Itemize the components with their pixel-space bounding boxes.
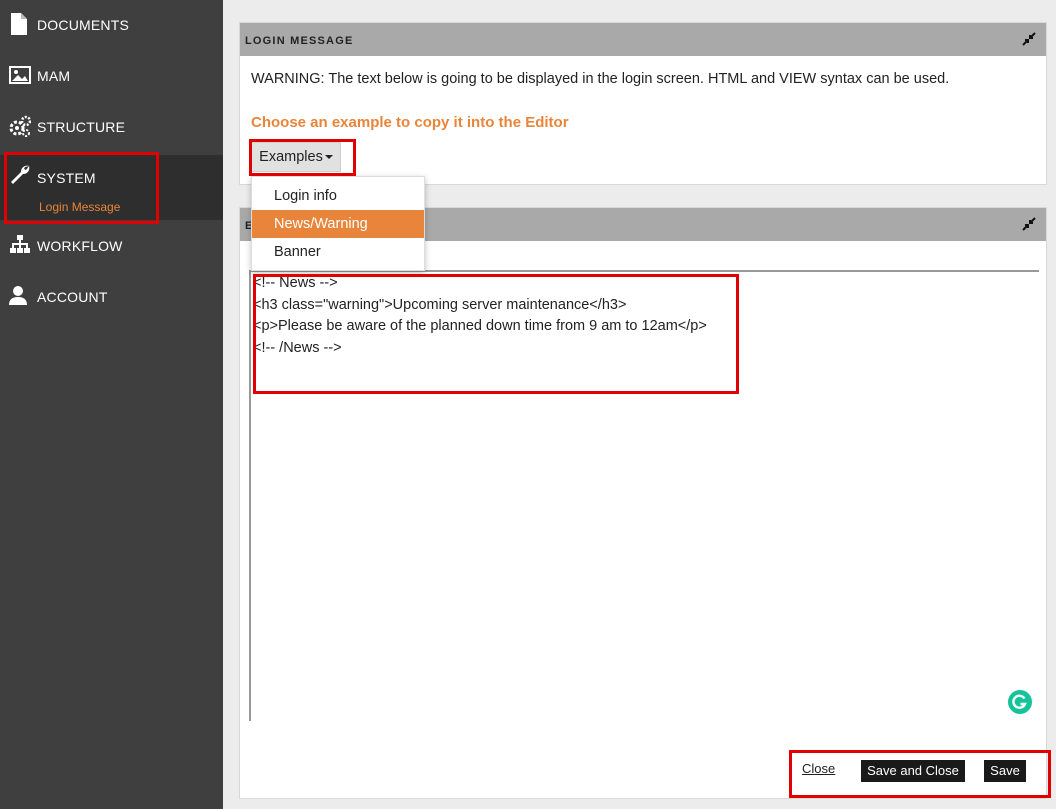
- sidebar-item-system[interactable]: SYSTEM Login Message: [0, 155, 223, 220]
- sidebar-item-documents[interactable]: DOCUMENTS: [0, 0, 223, 51]
- code-line: <!-- /News -->: [253, 340, 342, 356]
- sidebar-item-structure[interactable]: STRUCTURE: [0, 102, 223, 153]
- sidebar-item-label: SYSTEM: [37, 170, 96, 186]
- editor-panel: E <!-- News --> <h3 class="warning">Upco…: [239, 207, 1047, 799]
- wrench-icon: [11, 165, 30, 184]
- sidebar-subitem-login-message[interactable]: Login Message: [39, 200, 120, 214]
- collapse-icon[interactable]: [1022, 217, 1036, 231]
- dropdown-item-login-info[interactable]: Login info: [252, 182, 424, 210]
- sidebar-item-account[interactable]: ACCOUNT: [0, 272, 223, 323]
- code-editor[interactable]: <!-- News --> <h3 class="warning">Upcomi…: [249, 270, 1039, 721]
- sidebar-item-label: STRUCTURE: [37, 119, 126, 135]
- caret-down-icon: [324, 155, 333, 160]
- panel-header: LOGIN MESSAGE: [240, 23, 1046, 56]
- sidebar-item-workflow[interactable]: WORKFLOW: [0, 221, 223, 272]
- sidebar: DOCUMENTS MAM STRUCTURE SYSTEM Login Mes…: [0, 0, 223, 809]
- code-line: <!-- News -->: [253, 275, 338, 291]
- examples-label: Examples: [259, 149, 323, 165]
- grammarly-icon[interactable]: [1008, 690, 1032, 714]
- document-icon: [11, 13, 27, 35]
- examples-dropdown-menu: Login info News/Warning Banner: [251, 176, 425, 271]
- code-line: <h3 class="warning">Upcoming server main…: [253, 297, 627, 313]
- close-link[interactable]: Close: [802, 761, 835, 776]
- examples-dropdown-button[interactable]: Examples: [251, 142, 341, 172]
- dropdown-item-news-warning[interactable]: News/Warning: [252, 210, 424, 238]
- collapse-icon[interactable]: [1022, 32, 1036, 46]
- image-icon: [9, 66, 31, 84]
- login-message-panel: LOGIN MESSAGE WARNING: The text below is…: [239, 22, 1047, 185]
- panel-title: LOGIN MESSAGE: [245, 35, 354, 47]
- choose-example-heading: Choose an example to copy it into the Ed…: [251, 114, 569, 131]
- gears-icon: [9, 115, 31, 137]
- grammarly-g-icon: [1012, 694, 1027, 709]
- code-line: <p>Please be aware of the planned down t…: [253, 318, 707, 334]
- sidebar-item-label: WORKFLOW: [37, 238, 123, 254]
- sidebar-item-mam[interactable]: MAM: [0, 51, 223, 102]
- sidebar-item-label: MAM: [37, 68, 71, 84]
- sitemap-icon: [10, 235, 30, 253]
- sidebar-item-label: ACCOUNT: [37, 289, 108, 305]
- save-and-close-button[interactable]: Save and Close: [861, 760, 965, 782]
- save-button[interactable]: Save: [984, 760, 1026, 782]
- dropdown-item-banner[interactable]: Banner: [252, 238, 424, 266]
- user-icon: [9, 286, 27, 305]
- sidebar-item-label: DOCUMENTS: [37, 17, 130, 33]
- warning-text: WARNING: The text below is going to be d…: [251, 71, 950, 87]
